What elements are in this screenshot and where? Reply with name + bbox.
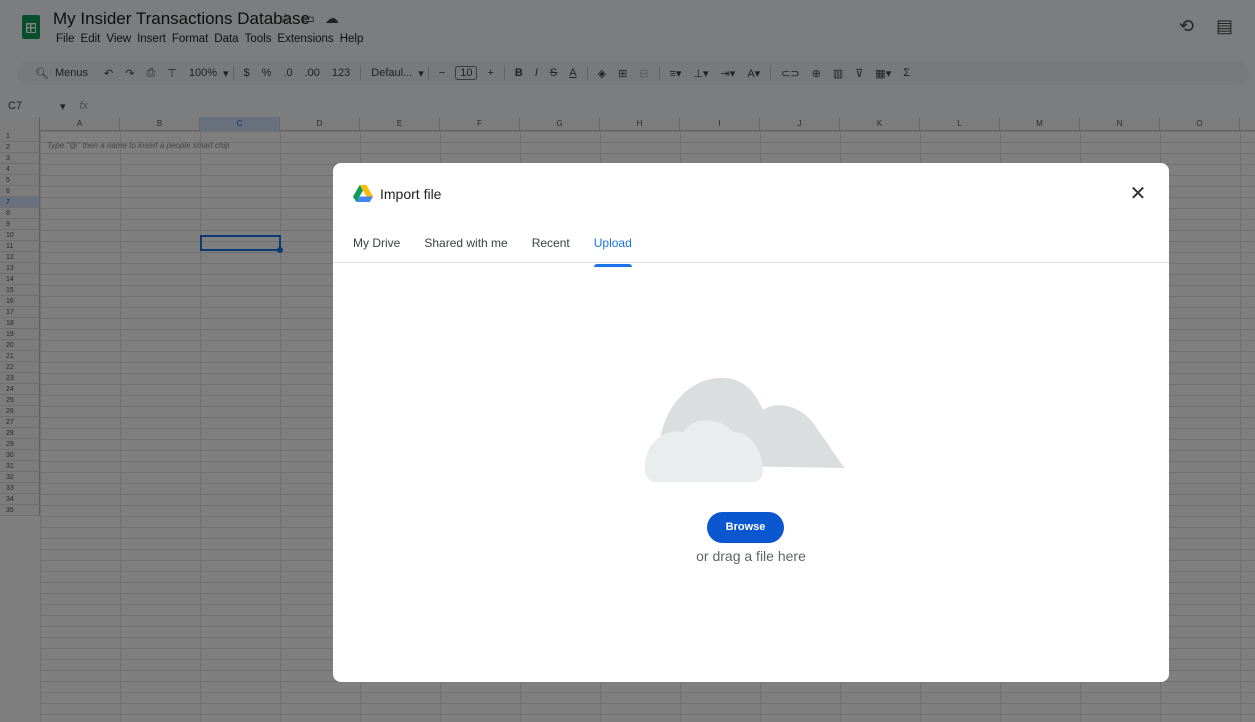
browse-button[interactable]: Browse (707, 512, 784, 543)
upload-cloud-illustration (644, 377, 845, 482)
close-icon[interactable]: ✕ (1127, 183, 1149, 205)
tab-divider (333, 262, 1169, 263)
import-file-dialog: Import file ✕ My Drive Shared with me Re… (333, 163, 1169, 682)
drag-drop-hint: or drag a file here (696, 548, 806, 564)
google-drive-icon (353, 185, 373, 202)
dialog-title: Import file (380, 186, 442, 202)
